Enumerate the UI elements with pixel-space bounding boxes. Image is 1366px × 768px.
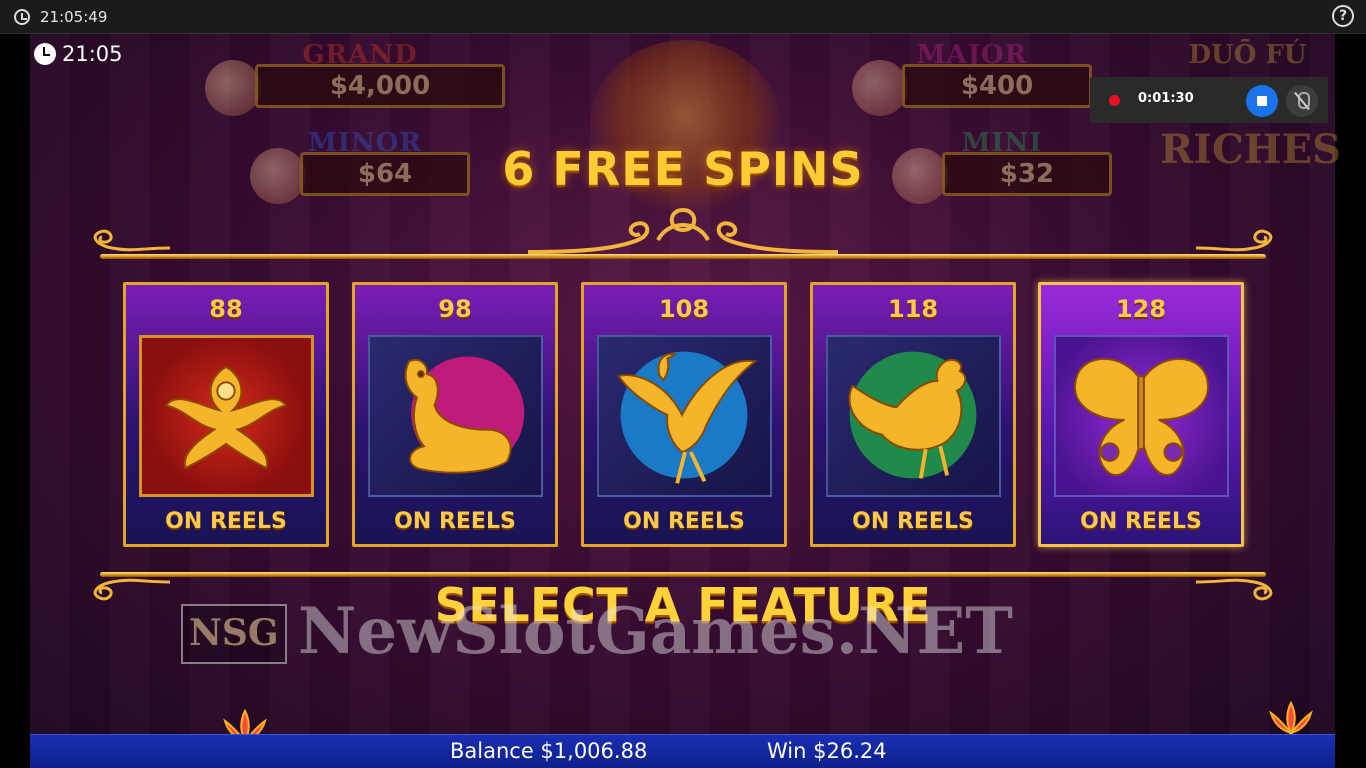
feature-label: ON REELS — [394, 509, 516, 534]
scroll-ornament-icon — [82, 226, 172, 256]
record-indicator-icon — [1109, 95, 1120, 106]
microphone-muted-button[interactable] — [1286, 85, 1318, 117]
phoenix-icon — [139, 335, 314, 497]
lotus-icon — [1256, 698, 1326, 738]
feature-count: 108 — [658, 295, 710, 323]
feature-card-118[interactable]: 118 ON REELS — [810, 282, 1016, 547]
status-bar: Balance $1,006.88 Win $26.24 — [30, 734, 1335, 768]
jackpot-grand-value: $4,000 — [255, 64, 505, 108]
feature-card-128[interactable]: 128 ON REELS — [1038, 282, 1244, 547]
feature-card-98[interactable]: 98 ON REELS — [352, 282, 558, 547]
jackpot-major: MAJOR $400 — [852, 40, 1092, 120]
overlay-clock-time: 21:05 — [62, 42, 123, 66]
center-ornament-icon — [527, 200, 839, 255]
stop-recording-button[interactable] — [1246, 85, 1278, 117]
feature-card-88[interactable]: 88 ON REELS — [123, 282, 329, 547]
free-spins-title: 6 FREE SPINS — [502, 142, 864, 196]
clock-icon — [14, 9, 30, 25]
logo-line1: DUŌ FÚ — [1188, 40, 1307, 70]
child-avatar-icon — [205, 60, 261, 116]
butterfly-icon — [1054, 335, 1229, 497]
rooster-icon — [826, 335, 1001, 497]
watermark-logo-text: NSG — [189, 612, 279, 654]
recording-elapsed: 0:01:30 — [1138, 91, 1194, 106]
jackpot-major-value: $400 — [902, 64, 1092, 108]
system-bar: 21:05:49 ? — [0, 0, 1366, 34]
recording-widget: 0:01:30 — [1090, 77, 1328, 123]
scroll-ornament-icon — [1194, 226, 1284, 256]
ornament-rail-bottom — [100, 572, 1266, 577]
balance-display: Balance $1,006.88 — [450, 739, 648, 763]
feature-card-108[interactable]: 108 ON REELS — [581, 282, 787, 547]
feature-label: ON REELS — [852, 509, 974, 534]
system-time: 21:05:49 — [40, 8, 108, 26]
feature-count: 128 — [1115, 295, 1167, 323]
feature-label: ON REELS — [1080, 509, 1202, 534]
feature-count: 98 — [438, 295, 472, 323]
watermark-text: NewSlotGames.NET — [298, 594, 1013, 669]
feature-count: 118 — [887, 295, 939, 323]
clock-icon — [34, 43, 56, 65]
help-icon[interactable]: ? — [1332, 5, 1354, 27]
crane-icon — [597, 335, 772, 497]
win-display: Win $26.24 — [767, 739, 887, 763]
feature-count: 88 — [209, 295, 243, 323]
deer-icon — [368, 335, 543, 497]
feature-label: ON REELS — [623, 509, 745, 534]
child-avatar-icon — [852, 60, 908, 116]
watermark-logo: NSG — [181, 604, 287, 664]
feature-label: ON REELS — [165, 509, 287, 534]
overlay-clock: 21:05 — [34, 42, 123, 66]
jackpot-grand: GRAND $4,000 — [205, 40, 515, 120]
